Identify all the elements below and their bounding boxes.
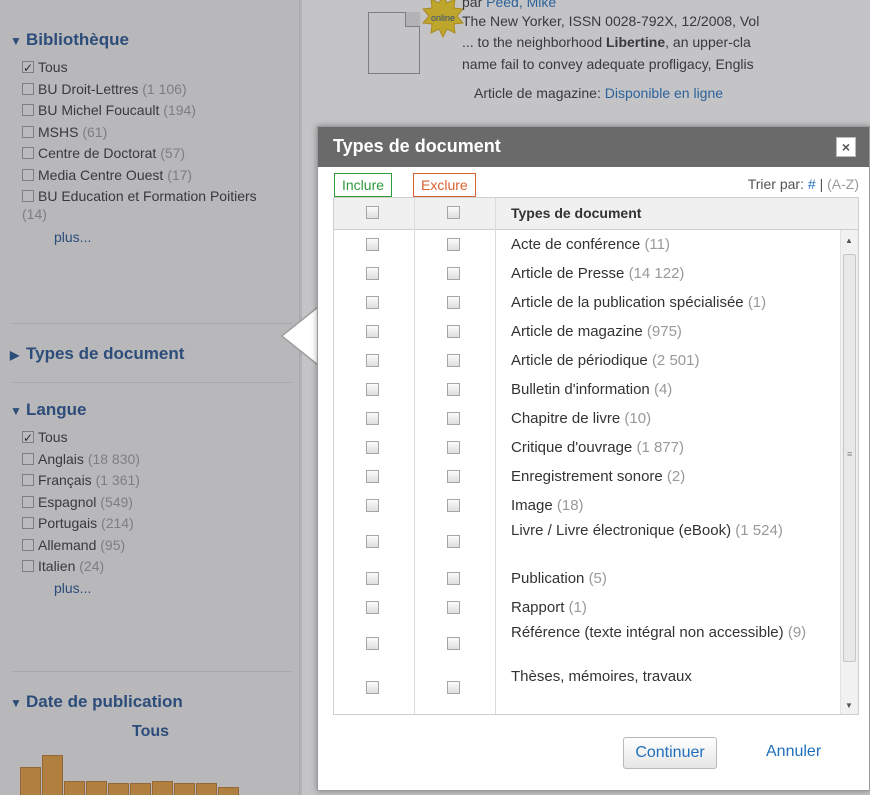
document-type-label[interactable]: Article de périodique (2 501) bbox=[511, 350, 841, 371]
include-checkbox[interactable] bbox=[366, 412, 379, 425]
scroll-down-icon[interactable]: ▼ bbox=[845, 701, 853, 710]
table-row: Image (18) bbox=[334, 491, 841, 520]
include-checkbox[interactable] bbox=[366, 296, 379, 309]
table-row: Article de magazine (975) bbox=[334, 317, 841, 346]
table-row: Publication (5) bbox=[334, 564, 841, 593]
document-type-label[interactable]: Acte de conférence (11) bbox=[511, 234, 841, 255]
include-checkbox[interactable] bbox=[366, 238, 379, 251]
exclude-checkbox[interactable] bbox=[447, 383, 460, 396]
exclude-checkbox[interactable] bbox=[447, 470, 460, 483]
table-rows: Acte de conférence (11) Article de Presse… bbox=[334, 230, 841, 710]
table-row: Article de périodique (2 501) bbox=[334, 346, 841, 375]
exclude-checkbox[interactable] bbox=[447, 412, 460, 425]
exclude-checkbox[interactable] bbox=[447, 267, 460, 280]
document-type-label[interactable]: Référence (texte intégral non accessible… bbox=[511, 622, 841, 643]
table-row: Thèses, mémoires, travaux bbox=[334, 666, 841, 710]
document-type-label[interactable]: Publication (5) bbox=[511, 568, 841, 589]
scrollbar[interactable]: ▲ ≡ ▼ bbox=[840, 230, 858, 714]
table-row: Article de Presse (14 122) bbox=[334, 259, 841, 288]
table-row: Bulletin d'information (4) bbox=[334, 375, 841, 404]
table-row: Article de la publication spécialisée (1… bbox=[334, 288, 841, 317]
include-checkbox[interactable] bbox=[366, 572, 379, 585]
include-checkbox[interactable] bbox=[366, 325, 379, 338]
sort-alpha-link[interactable]: (A-Z) bbox=[827, 176, 859, 192]
table-row: Acte de conférence (11) bbox=[334, 230, 841, 259]
close-icon[interactable]: × bbox=[836, 137, 856, 157]
exclude-checkbox[interactable] bbox=[447, 681, 460, 694]
include-all-checkbox[interactable] bbox=[366, 206, 379, 219]
document-type-label[interactable]: Bulletin d'information (4) bbox=[511, 379, 841, 400]
document-type-label[interactable]: Critique d'ouvrage (1 877) bbox=[511, 437, 841, 458]
table-row: Enregistrement sonore (2) bbox=[334, 462, 841, 491]
continue-button[interactable]: Continuer bbox=[623, 737, 717, 769]
dialog-titlebar: Types de document × bbox=[318, 127, 869, 167]
exclude-checkbox[interactable] bbox=[447, 637, 460, 650]
table-row: Rapport (1) bbox=[334, 593, 841, 622]
include-checkbox[interactable] bbox=[366, 535, 379, 548]
include-checkbox[interactable] bbox=[366, 441, 379, 454]
table-row: Critique d'ouvrage (1 877) bbox=[334, 433, 841, 462]
scroll-grip-icon: ≡ bbox=[847, 449, 853, 459]
document-type-label[interactable]: Livre / Livre électronique (eBook) (1 52… bbox=[511, 520, 841, 541]
exclude-all-checkbox[interactable] bbox=[447, 206, 460, 219]
sort-controls: Trier par: # | (A-Z) bbox=[747, 176, 859, 192]
exclude-checkbox[interactable] bbox=[447, 238, 460, 251]
document-type-label[interactable]: Enregistrement sonore (2) bbox=[511, 466, 841, 487]
exclude-checkbox[interactable] bbox=[447, 296, 460, 309]
exclude-checkbox[interactable] bbox=[447, 572, 460, 585]
table-row: Référence (texte intégral non accessible… bbox=[334, 622, 841, 666]
document-type-label[interactable]: Rapport (1) bbox=[511, 597, 841, 618]
table-row: Livre / Livre électronique (eBook) (1 52… bbox=[334, 520, 841, 564]
table-header: Types de document bbox=[334, 198, 858, 230]
document-type-label[interactable]: Article de magazine (975) bbox=[511, 321, 841, 342]
exclude-checkbox[interactable] bbox=[447, 601, 460, 614]
include-checkbox[interactable] bbox=[366, 499, 379, 512]
tab-exclude[interactable]: Exclure bbox=[413, 173, 476, 197]
include-checkbox[interactable] bbox=[366, 267, 379, 280]
include-checkbox[interactable] bbox=[366, 383, 379, 396]
sort-by-count-link[interactable]: # bbox=[808, 176, 816, 192]
exclude-checkbox[interactable] bbox=[447, 499, 460, 512]
document-type-label[interactable]: Image (18) bbox=[511, 495, 841, 516]
cancel-button[interactable]: Annuler bbox=[766, 743, 821, 761]
exclude-checkbox[interactable] bbox=[447, 325, 460, 338]
document-types-dialog: Types de document × Inclure Exclure Trie… bbox=[317, 126, 870, 791]
document-type-label[interactable]: Chapitre de livre (10) bbox=[511, 408, 841, 429]
scroll-thumb[interactable]: ≡ bbox=[843, 254, 856, 662]
include-checkbox[interactable] bbox=[366, 470, 379, 483]
dialog-title: Types de document bbox=[333, 136, 501, 156]
scroll-up-icon[interactable]: ▲ bbox=[845, 236, 853, 245]
exclude-checkbox[interactable] bbox=[447, 354, 460, 367]
document-type-label[interactable]: Article de Presse (14 122) bbox=[511, 263, 841, 284]
document-types-table: Types de document Acte de conférence (11… bbox=[333, 197, 859, 715]
exclude-checkbox[interactable] bbox=[447, 535, 460, 548]
popover-pointer-inner bbox=[283, 308, 318, 364]
include-checkbox[interactable] bbox=[366, 681, 379, 694]
include-checkbox[interactable] bbox=[366, 354, 379, 367]
document-type-label[interactable]: Thèses, mémoires, travaux bbox=[511, 666, 841, 687]
table-row: Chapitre de livre (10) bbox=[334, 404, 841, 433]
include-checkbox[interactable] bbox=[366, 601, 379, 614]
include-checkbox[interactable] bbox=[366, 637, 379, 650]
tab-include[interactable]: Inclure bbox=[334, 173, 393, 197]
document-type-label[interactable]: Article de la publication spécialisée (1… bbox=[511, 292, 841, 313]
exclude-checkbox[interactable] bbox=[447, 441, 460, 454]
column-header: Types de document bbox=[511, 205, 642, 221]
